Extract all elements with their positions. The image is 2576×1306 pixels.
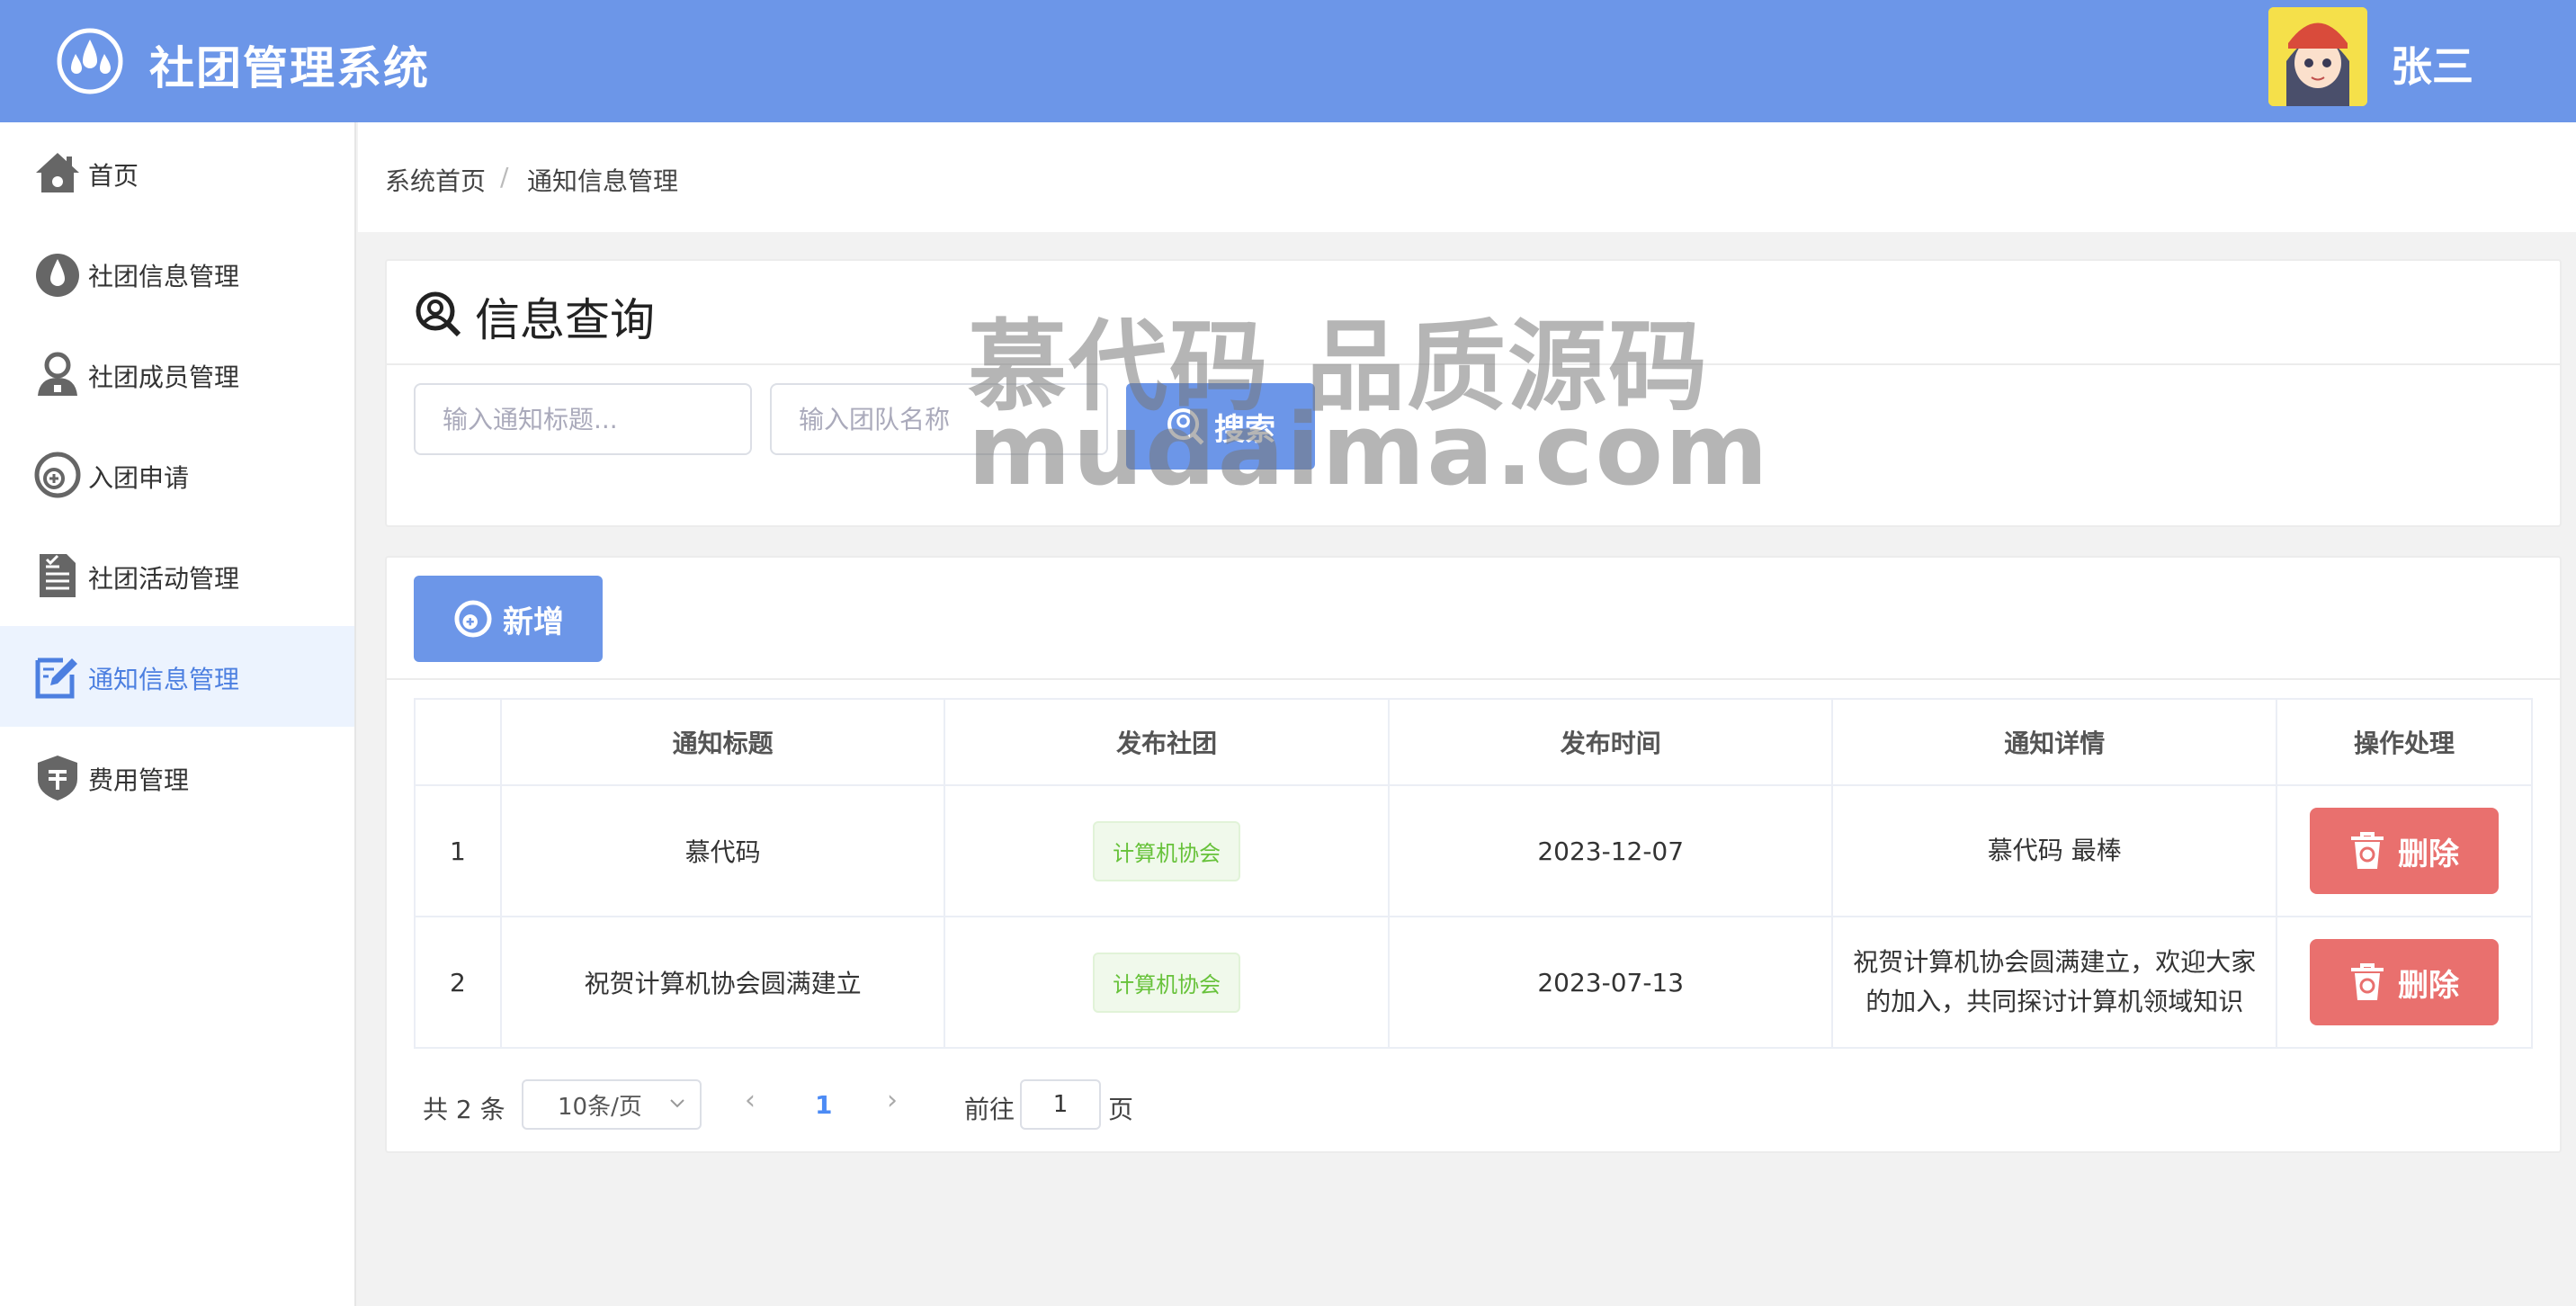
goto-suffix: 页 [1108,1095,1134,1124]
user-icon [38,352,77,396]
sidebar-item-home[interactable]: 首页 [0,122,354,223]
edit-icon [35,657,77,699]
club-cell: 计算机协会 [944,916,1390,1049]
notice-title: 慕代码 [499,784,946,917]
delete-button-label: 删除 [2398,967,2460,1004]
table-header-row: 通知标题 发布社团 发布时间 通知详情 操作处理 [414,698,2533,786]
logo-icon [57,28,123,94]
club-cell: 计算机协会 [944,784,1390,917]
sidebar-item-applications[interactable]: 入团申请 [0,425,354,525]
actions-cell: 删除 [2276,784,2533,917]
notice-table: 通知标题 发布社团 发布时间 通知详情 操作处理 1 慕代码 计算机协会 202… [414,698,2533,1049]
add-circle-icon [454,600,492,638]
breadcrumb: 系统首页 / 通知信息管理 [358,122,2576,232]
watermark-line2: mudaima.com [968,392,1770,507]
breadcrumb-home[interactable]: 系统首页 [385,162,486,198]
sidebar-item-label: 社团信息管理 [88,262,240,291]
table-row: 1 慕代码 计算机协会 2023-12-07 慕代码 最棒 删除 [414,784,2533,917]
search-icon [416,291,461,337]
sidebar-item-fees[interactable]: 费用管理 [0,727,354,827]
sidebar-item-label: 首页 [88,161,139,191]
sidebar-item-label: 社团活动管理 [88,564,240,594]
sidebar-item-activities[interactable]: 社团活动管理 [0,525,354,626]
delete-button-label: 删除 [2398,836,2460,872]
trash-icon [2351,832,2384,869]
notice-title-input[interactable] [414,383,752,455]
total-count: 共 2 条 [423,1095,505,1124]
panel-title: 信息查询 [475,294,655,346]
add-circle-icon [34,452,81,498]
row-index: 1 [414,784,502,917]
sidebar-item-club-info[interactable]: 社团信息管理 [0,223,354,324]
page-size-select[interactable]: 10条/页 [522,1079,702,1130]
sidebar-item-label: 入团申请 [88,463,190,493]
delete-button[interactable]: 删除 [2310,939,2500,1025]
column-header-actions: 操作处理 [2276,698,2533,786]
breadcrumb-separator: / [500,162,509,192]
notice-title: 祝贺计算机协会圆满建立 [499,916,946,1049]
sidebar-item-label: 费用管理 [88,765,190,795]
column-header-title[interactable]: 通知标题 [499,698,946,786]
publish-time: 2023-12-07 [1387,784,1834,917]
trash-icon [2351,963,2384,1000]
column-header-detail[interactable]: 通知详情 [1831,698,2278,786]
club-tag: 计算机协会 [1093,952,1241,1013]
sidebar-item-label: 社团成员管理 [88,362,240,392]
goto-prefix: 前往 [964,1095,1015,1124]
column-header-time[interactable]: 发布时间 [1387,698,1834,786]
divider [387,678,2560,680]
column-header-index [414,698,502,786]
app-title: 社团管理系统 [149,42,430,94]
prev-page-button[interactable]: ‹ [745,1085,756,1116]
add-button[interactable]: 新增 [414,576,603,662]
sidebar-item-members[interactable]: 社团成员管理 [0,324,354,425]
sidebar-item-label: 通知信息管理 [88,665,240,694]
add-button-label: 新增 [503,604,564,640]
breadcrumb-current: 通知信息管理 [527,166,679,196]
notice-detail: 慕代码 最棒 [1831,784,2278,917]
home-icon [36,153,79,192]
sidebar: 首页 社团信息管理 社团成员管理 入团申请 社团活动管理 通知信息管理 费用管理 [0,122,356,1306]
row-index: 2 [414,916,502,1049]
current-page[interactable]: 1 [815,1090,832,1120]
actions-cell: 删除 [2276,916,2533,1049]
drop-icon [36,254,79,297]
chevron-down-icon [670,1099,684,1108]
next-page-button[interactable]: › [887,1085,898,1116]
column-header-club[interactable]: 发布社团 [944,698,1390,786]
notice-detail: 祝贺计算机协会圆满建立，欢迎大家的加入，共同探讨计算机领域知识 [1831,916,2278,1049]
table-row: 2 祝贺计算机协会圆满建立 计算机协会 2023-07-13 祝贺计算机协会圆满… [414,916,2533,1049]
goto-page-input[interactable] [1020,1079,1101,1130]
sidebar-item-notices[interactable]: 通知信息管理 [0,626,354,727]
club-tag: 计算机协会 [1093,820,1241,881]
page-size-value: 10条/页 [558,1093,642,1121]
username[interactable]: 张三 [2391,34,2473,94]
document-icon [40,554,76,597]
top-header: 社团管理系统 张三 [0,0,2576,122]
publish-time: 2023-07-13 [1387,916,1834,1049]
avatar[interactable] [2268,7,2367,106]
delete-button[interactable]: 删除 [2310,808,2500,894]
shield-icon [38,756,77,801]
